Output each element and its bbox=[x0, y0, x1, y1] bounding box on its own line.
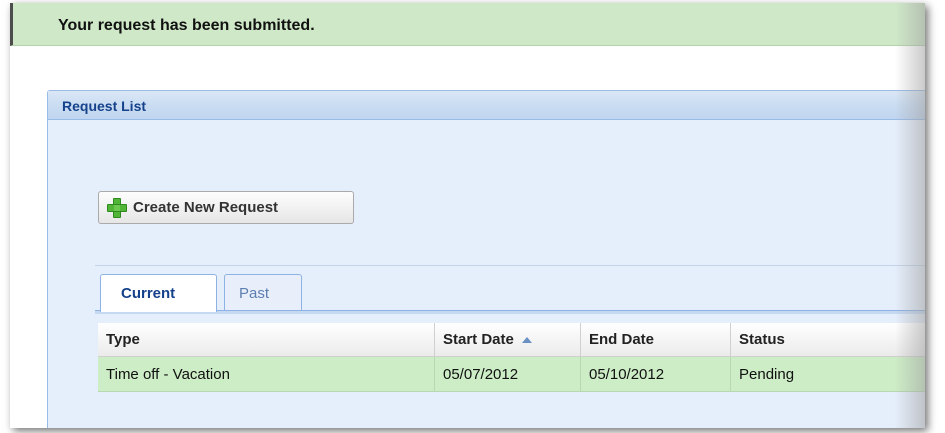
create-new-request-button[interactable]: Create New Request bbox=[98, 191, 354, 224]
tab-current-label: Current bbox=[121, 285, 176, 302]
table-row[interactable]: Time off - Vacation 05/07/2012 05/10/201… bbox=[98, 357, 925, 392]
column-header-end-date[interactable]: End Date bbox=[581, 323, 731, 356]
cell-type: Time off - Vacation bbox=[98, 357, 435, 391]
request-grid: Type Start Date End Date Status Time off… bbox=[98, 323, 925, 392]
plus-icon bbox=[107, 197, 127, 218]
success-message: Your request has been submitted. bbox=[58, 17, 315, 34]
success-banner: Your request has been submitted. bbox=[10, 3, 925, 46]
tab-past[interactable]: Past bbox=[224, 274, 302, 310]
cell-status: Pending bbox=[731, 357, 925, 391]
divider bbox=[95, 265, 925, 266]
column-header-label: Start Date bbox=[443, 331, 514, 348]
column-header-type[interactable]: Type bbox=[98, 323, 435, 356]
column-header-label: End Date bbox=[589, 331, 655, 348]
tab-bar-strip bbox=[95, 310, 925, 314]
tab-past-label: Past bbox=[239, 285, 270, 302]
page-container: Your request has been submitted. Request… bbox=[10, 3, 925, 428]
grid-header: Type Start Date End Date Status bbox=[98, 323, 925, 357]
panel-title: Request List bbox=[62, 98, 147, 114]
column-header-status[interactable]: Status bbox=[731, 323, 925, 356]
tab-current[interactable]: Current bbox=[100, 274, 217, 312]
panel-header: Request List bbox=[48, 91, 925, 120]
sort-ascending-icon bbox=[521, 336, 532, 343]
cell-end-date: 05/10/2012 bbox=[581, 357, 731, 391]
column-header-label: Status bbox=[739, 331, 785, 348]
column-header-start-date[interactable]: Start Date bbox=[435, 323, 581, 356]
request-list-panel: Request List Create New Request Current … bbox=[47, 90, 925, 428]
column-header-label: Type bbox=[106, 331, 140, 348]
create-new-request-label: Create New Request bbox=[133, 199, 279, 216]
cell-start-date: 05/07/2012 bbox=[435, 357, 581, 391]
